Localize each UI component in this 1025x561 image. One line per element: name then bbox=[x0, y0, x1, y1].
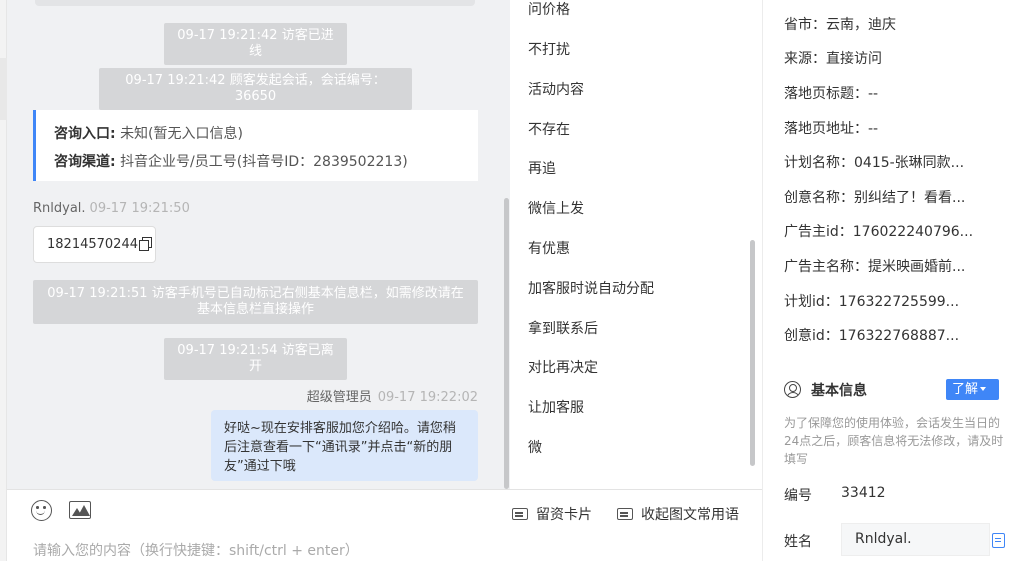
consult-entry-row: 咨询入口: 未知(暂无入口信息) bbox=[54, 120, 478, 148]
collapse-phrases-button[interactable]: 收起图文常用语 bbox=[617, 504, 739, 524]
quick-phrase-item[interactable]: 问价格 bbox=[528, 0, 570, 19]
document-icon[interactable] bbox=[992, 533, 1005, 548]
quick-phrase-item[interactable]: 加客服时说自动分配 bbox=[528, 278, 654, 298]
visitor-info-panel: 省市：云南，迪庆 来源：直接访问 落地页标题：-- 落地页地址：-- 计划名称：… bbox=[762, 0, 1025, 561]
emoji-icon[interactable] bbox=[31, 500, 52, 521]
copy-icon[interactable] bbox=[138, 237, 152, 251]
edit-notice: 为了保障您的使用体验，会话发生当日的24点之后，顾客信息将无法修改，请及时填写 bbox=[784, 416, 1004, 466]
consult-channel-value: 抖音企业号/员工号(抖音号ID：2839502213) bbox=[120, 154, 408, 170]
name-label: 姓名 bbox=[784, 534, 812, 550]
basic-info-title: 基本信息 bbox=[784, 380, 867, 400]
info-advertiser-id: 广告主id：176022240796... bbox=[784, 224, 974, 240]
lead-card-button[interactable]: 留资卡片 bbox=[512, 504, 592, 524]
collapse-phrases-label: 收起图文常用语 bbox=[641, 507, 739, 523]
caret-down-icon bbox=[980, 387, 987, 391]
sidebar-active-marker bbox=[0, 58, 7, 120]
basic-info-title-text: 基本信息 bbox=[811, 383, 867, 399]
quick-phrase-item[interactable]: 不存在 bbox=[528, 119, 570, 139]
message-input[interactable]: 请输入您的内容（换行快捷键：shift/ctrl + enter） bbox=[33, 540, 359, 560]
card-icon bbox=[512, 508, 528, 520]
info-source: 来源：直接访问 bbox=[784, 51, 882, 67]
quick-phrase-item[interactable]: 再追 bbox=[528, 158, 556, 178]
learn-more-label: 了解 bbox=[952, 382, 979, 397]
consult-entry-value: 未知(暂无入口信息) bbox=[120, 126, 243, 142]
consult-channel-row: 咨询渠道: 抖音企业号/员工号(抖音号ID：2839502213) bbox=[54, 148, 478, 176]
info-landing-url: 落地页地址：-- bbox=[784, 121, 879, 137]
agent-message-bubble: 好哒~现在安排客服加您介绍哈。请您稍后注意查看一下“通讯录”并点击“新的朋友”通… bbox=[211, 410, 478, 481]
name-field[interactable]: Rnldyal. bbox=[841, 523, 990, 556]
id-value: 33412 bbox=[841, 485, 886, 501]
consult-channel-label: 咨询渠道: bbox=[54, 154, 116, 170]
message-icon bbox=[617, 508, 633, 520]
consult-entry-label: 咨询入口: bbox=[54, 126, 116, 142]
message-timestamp: 09-17 19:21:50 bbox=[89, 201, 190, 216]
agent-name: 超级管理员 bbox=[306, 390, 372, 405]
chat-history[interactable]: 09-17 19:21:42 访客已进线 09-17 19:21:42 顾客发起… bbox=[7, 0, 510, 489]
lead-card-label: 留资卡片 bbox=[536, 507, 592, 523]
info-plan-name: 计划名称：0415-张琳同款... bbox=[784, 155, 965, 171]
visitor-name: Rnldyal. bbox=[33, 201, 86, 216]
learn-more-button[interactable]: 了解 bbox=[946, 379, 999, 400]
visitor-phone-number: 18214570244 bbox=[47, 237, 138, 252]
info-advertiser-name: 广告主名称：提米映画婚前... bbox=[784, 259, 966, 275]
quick-phrase-item[interactable]: 拿到联系后 bbox=[528, 318, 598, 338]
quick-phrase-item[interactable]: 让加客服 bbox=[528, 397, 584, 417]
id-label: 编号 bbox=[784, 488, 812, 504]
info-landing-title: 落地页标题：-- bbox=[784, 86, 879, 102]
info-creative-id: 创意id：176322768887... bbox=[784, 328, 960, 344]
phrases-scrollbar[interactable] bbox=[750, 240, 755, 466]
info-creative-name: 创意名称：别纠结了！看看... bbox=[784, 190, 966, 206]
system-message: 09-17 19:21:54 访客已离开 bbox=[164, 338, 347, 380]
quick-phrase-item[interactable]: 对比再决定 bbox=[528, 357, 598, 377]
system-message: 09-17 19:21:42 访客已进线 bbox=[164, 23, 347, 65]
quick-phrase-item[interactable]: 微 bbox=[528, 437, 542, 457]
visitor-header: Rnldyal. 09-17 19:21:50 bbox=[33, 201, 190, 216]
quick-phrase-item[interactable]: 不打扰 bbox=[528, 39, 570, 59]
previous-message-bubble bbox=[35, 0, 475, 6]
quick-phrase-item[interactable]: 微信上发 bbox=[528, 198, 584, 218]
message-timestamp: 09-17 19:22:02 bbox=[377, 390, 478, 405]
agent-header: 超级管理员 09-17 19:22:02 bbox=[307, 386, 478, 405]
quick-phrase-item[interactable]: 有优惠 bbox=[528, 238, 570, 258]
quick-phrases-panel: 问价格 不打扰 活动内容 不存在 再追 微信上发 有优惠 加客服时说自动分配 拿… bbox=[510, 0, 762, 489]
message-input-area: 留资卡片 收起图文常用语 请输入您的内容（换行快捷键：shift/ctrl + … bbox=[7, 489, 762, 561]
info-plan-id: 计划id：176322725599... bbox=[784, 294, 960, 310]
user-icon bbox=[784, 381, 801, 398]
consult-info-card: 咨询入口: 未知(暂无入口信息) 咨询渠道: 抖音企业号/员工号(抖音号ID：2… bbox=[33, 110, 478, 181]
system-message: 09-17 19:21:51 访客手机号已自动标记右侧基本信息栏，如需修改请在基… bbox=[33, 280, 478, 324]
info-province: 省市：云南，迪庆 bbox=[784, 17, 896, 33]
system-message: 09-17 19:21:42 顾客发起会话，会话编号：36650 bbox=[99, 68, 412, 110]
chat-scrollbar[interactable] bbox=[504, 198, 509, 489]
quick-phrase-item[interactable]: 活动内容 bbox=[528, 79, 584, 99]
customer-service-console: 09-17 19:21:42 访客已进线 09-17 19:21:42 顾客发起… bbox=[0, 0, 1025, 561]
visitor-phone-message: 18214570244 bbox=[33, 226, 156, 263]
image-icon[interactable] bbox=[69, 501, 91, 519]
left-sidebar-strip bbox=[0, 0, 7, 561]
